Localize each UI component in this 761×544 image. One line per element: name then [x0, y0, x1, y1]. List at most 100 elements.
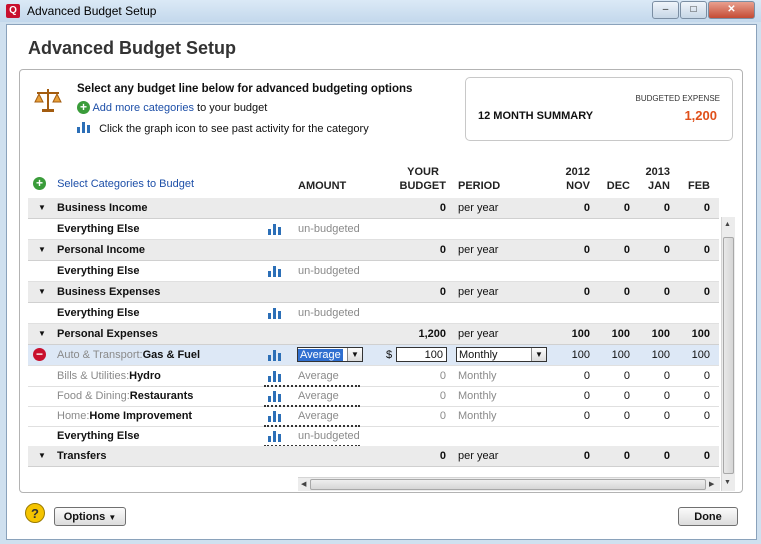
table-row[interactable]: Everything Else un-budgeted	[28, 219, 719, 240]
collapse-icon[interactable]: ▼	[38, 240, 46, 260]
amount-dropdown[interactable]: Average ▼	[297, 347, 363, 362]
scroll-left-icon[interactable]: ◀	[301, 480, 306, 488]
amount-value: Average	[298, 390, 339, 402]
minimize-button[interactable]: –	[652, 1, 679, 19]
month-value: 100	[651, 328, 670, 340]
chevron-down-icon[interactable]: ▼	[531, 348, 546, 361]
collapse-icon[interactable]: ▼	[38, 198, 46, 218]
chevron-down-icon[interactable]: ▼	[347, 348, 362, 361]
period-value: per year	[458, 244, 499, 256]
close-button[interactable]: ✕	[708, 1, 755, 19]
header-amount: AMOUNT	[298, 180, 347, 192]
collapse-icon[interactable]: ▼	[38, 446, 46, 466]
scales-icon	[34, 89, 62, 112]
remove-icon[interactable]: −	[33, 348, 46, 361]
graph-icon[interactable]	[268, 370, 282, 382]
table-row[interactable]: ▼ Business Expenses 0 per year 0 0 0 0	[28, 282, 719, 303]
period-value: per year	[458, 328, 499, 340]
plus-icon[interactable]: +	[77, 101, 90, 114]
table-row[interactable]: Home:Home Improvement Average 0 Monthly …	[28, 406, 719, 427]
month-value: 0	[583, 202, 590, 214]
maximize-button[interactable]: □	[680, 1, 707, 19]
vertical-scrollbar[interactable]: ▲ ▼	[721, 217, 735, 491]
add-categories-link[interactable]: Add more categories	[92, 102, 194, 114]
period-value: Monthly	[458, 370, 497, 382]
table-row[interactable]: ▼ Personal Income 0 per year 0 0 0 0	[28, 240, 719, 261]
done-button[interactable]: Done	[678, 507, 738, 526]
month-value: 100	[611, 349, 630, 361]
graph-hint-line: Click the graph icon to see past activit…	[77, 121, 369, 135]
period-dropdown[interactable]: Monthly ▼	[456, 347, 547, 362]
amount-value: un-budgeted	[298, 223, 360, 235]
table-row[interactable]: Everything Else un-budgeted	[28, 261, 719, 282]
vertical-scroll-thumb[interactable]	[723, 237, 734, 474]
group-name: Business Expenses	[57, 286, 161, 298]
table-row[interactable]: Bills & Utilities:Hydro Average 0 Monthl…	[28, 366, 719, 387]
horizontal-scrollbar[interactable]: ◀ ▶	[298, 477, 720, 491]
help-icon[interactable]: ?	[25, 503, 45, 523]
summary-label: 12 MONTH SUMMARY	[478, 110, 594, 122]
category-name: Restaurants	[129, 390, 194, 402]
header-month-feb: FEB	[688, 180, 710, 192]
select-categories-row[interactable]: + Select Categories to Budget	[33, 177, 194, 190]
horizontal-scroll-thumb[interactable]	[310, 479, 706, 490]
graph-icon[interactable]	[268, 307, 282, 319]
graph-icon[interactable]	[268, 430, 282, 442]
collapse-icon[interactable]: ▼	[38, 282, 46, 302]
table-row[interactable]: ▼ Transfers 0 per year 0 0 0 0	[28, 446, 719, 467]
table-row-selected[interactable]: − Auto & Transport:Gas & Fuel Average ▼ …	[28, 345, 719, 366]
graph-icon	[77, 122, 90, 133]
table-row[interactable]: ▼ Business Income 0 per year 0 0 0 0	[28, 198, 719, 219]
graph-icon[interactable]	[268, 390, 282, 402]
graph-icon[interactable]	[268, 265, 282, 277]
budget-input[interactable]: 100	[396, 347, 447, 362]
intro-heading: Select any budget line below for advance…	[77, 83, 413, 95]
category-name: Everything Else	[57, 265, 140, 277]
amount-selected-value: Average	[298, 349, 343, 361]
month-value: 0	[623, 370, 630, 382]
header-year-2013: 2013	[645, 166, 670, 178]
month-value: 100	[651, 349, 670, 361]
month-value: 100	[691, 328, 710, 340]
month-value: 0	[703, 244, 710, 256]
month-value: 0	[703, 450, 710, 462]
table-row[interactable]: Everything Else un-budgeted	[28, 303, 719, 324]
scroll-up-icon[interactable]: ▲	[724, 221, 731, 228]
table-row[interactable]: ▼ Personal Expenses 1,200 per year 100 1…	[28, 324, 719, 345]
header-month-nov: NOV	[566, 180, 590, 192]
category-name: Home Improvement	[89, 410, 193, 422]
plus-icon[interactable]: +	[33, 177, 46, 190]
scroll-right-icon[interactable]: ▶	[709, 480, 714, 488]
currency-symbol: $	[386, 349, 393, 361]
graph-icon[interactable]	[268, 410, 282, 422]
category-path: Home:Home Improvement	[57, 406, 192, 426]
month-value: 0	[663, 244, 670, 256]
month-value: 0	[583, 244, 590, 256]
budget-value: 0	[439, 410, 446, 422]
month-value: 0	[623, 244, 630, 256]
amount-value: un-budgeted	[298, 430, 360, 442]
scroll-down-icon[interactable]: ▼	[724, 479, 731, 486]
collapse-icon[interactable]: ▼	[38, 324, 46, 344]
options-button[interactable]: Options ▼	[54, 507, 126, 526]
month-value: 0	[623, 410, 630, 422]
month-value: 0	[663, 286, 670, 298]
header-your: YOUR	[407, 166, 439, 178]
group-name: Personal Expenses	[57, 328, 158, 340]
month-value: 100	[611, 328, 630, 340]
month-value: 0	[583, 410, 590, 422]
period-value: Monthly	[458, 410, 497, 422]
table-row[interactable]: Everything Else un-budgeted	[28, 426, 719, 447]
graph-icon[interactable]	[268, 349, 282, 361]
dialog-body: Advanced Budget Setup Select any budget …	[6, 24, 757, 540]
category-name: Gas & Fuel	[142, 349, 201, 361]
table-row[interactable]: Food & Dining:Restaurants Average 0 Mont…	[28, 386, 719, 407]
window-title: Advanced Budget Setup	[27, 4, 157, 18]
caret-down-icon: ▼	[108, 513, 117, 522]
title-bar: Q Advanced Budget Setup – □ ✕	[0, 0, 761, 22]
period-value: per year	[458, 450, 499, 462]
amount-value: un-budgeted	[298, 265, 360, 277]
graph-icon[interactable]	[268, 223, 282, 235]
budget-value: 0	[439, 202, 446, 214]
select-categories-link[interactable]: Select Categories to Budget	[57, 178, 194, 190]
